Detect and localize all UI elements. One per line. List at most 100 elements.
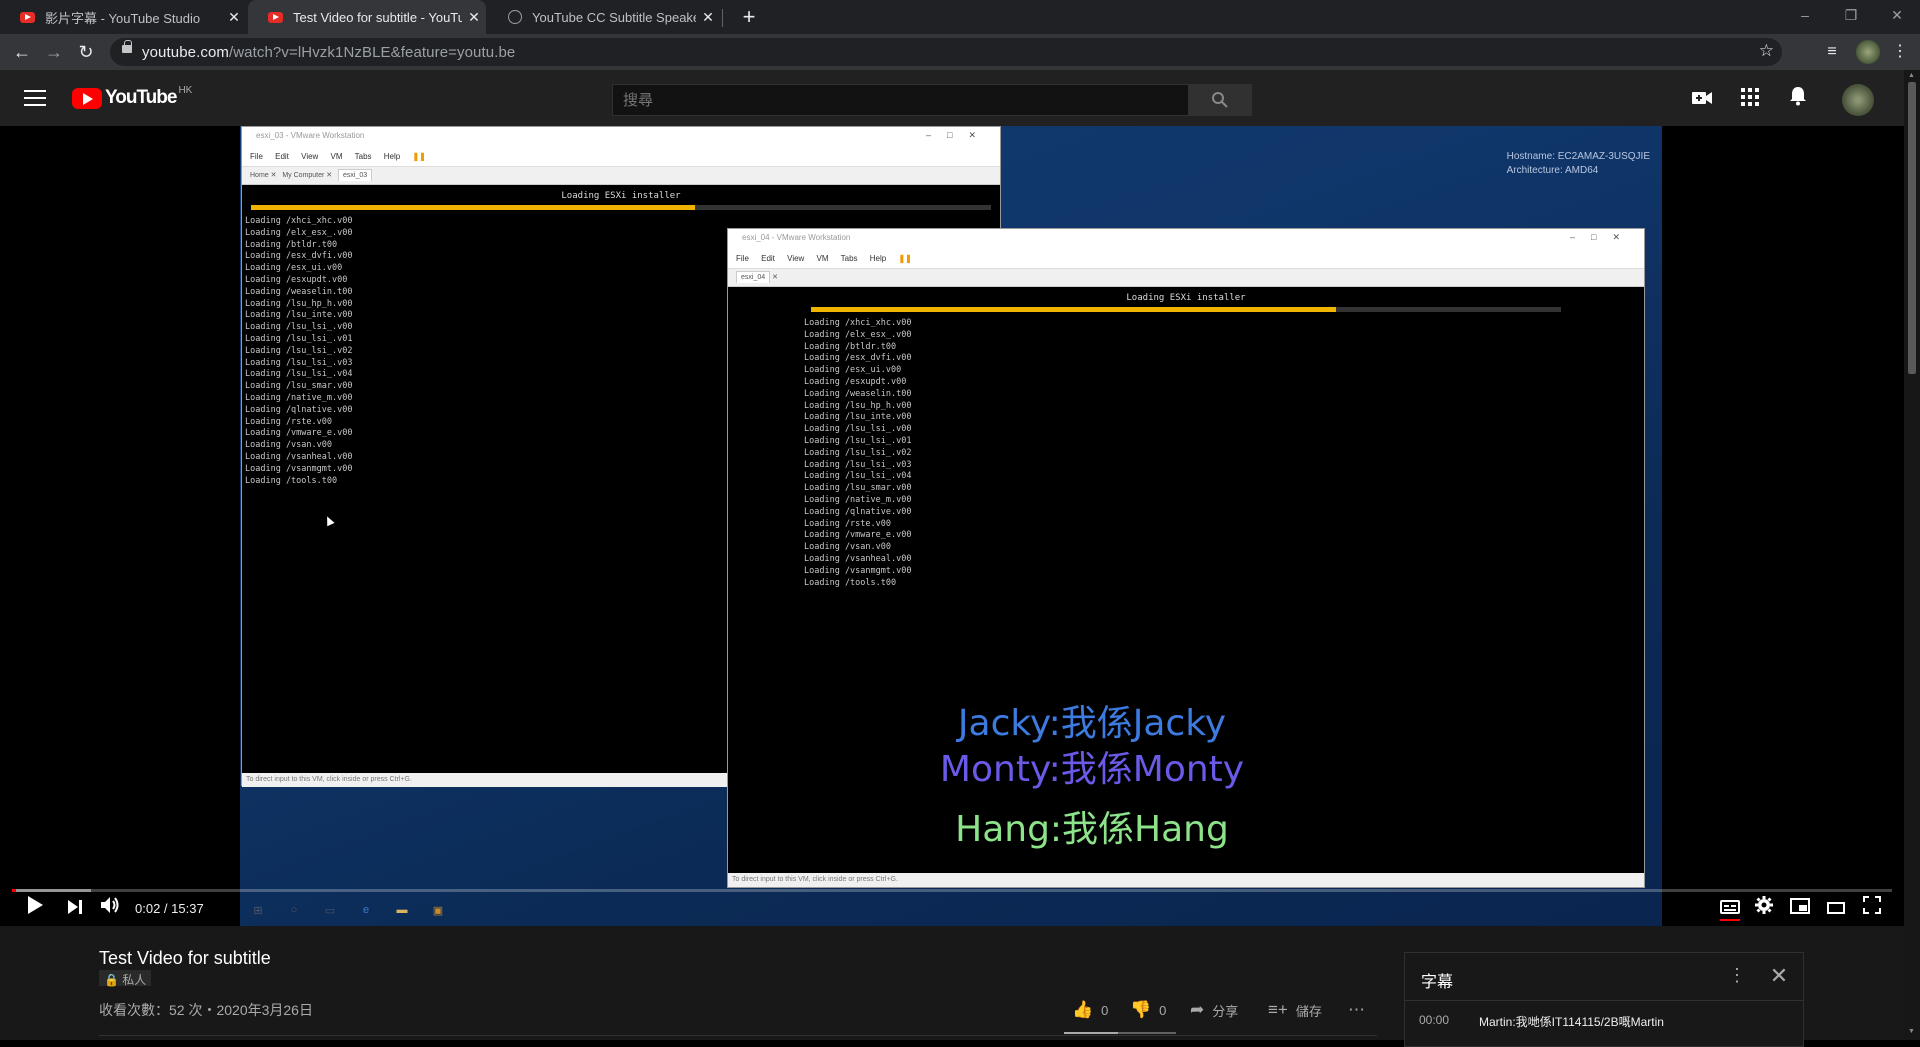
youtube-favicon-icon bbox=[268, 11, 283, 23]
more-actions-button[interactable]: ⋯ bbox=[1348, 1000, 1373, 1020]
theater-mode-button[interactable] bbox=[1824, 895, 1848, 921]
page-scrollbar[interactable]: ▲ ▼ bbox=[1904, 70, 1920, 1040]
share-button[interactable]: ➦ 分享 bbox=[1190, 1000, 1238, 1020]
fullscreen-icon bbox=[1863, 896, 1881, 914]
restore-icon[interactable]: ❐ bbox=[1828, 0, 1874, 30]
address-bar[interactable]: youtube.com/watch?v=lHvzk1NzBLE&feature=… bbox=[110, 38, 1782, 66]
youtube-favicon-icon bbox=[20, 11, 35, 23]
youtube-logo-text: YouTube bbox=[105, 87, 177, 108]
browser-toolbar: ← → ↻ youtube.com/watch?v=lHvzk1NzBLE&fe… bbox=[0, 34, 1920, 70]
tab-test-video[interactable]: Test Video for subtitle - YouTube ✕ bbox=[248, 0, 486, 34]
guide-menu-icon[interactable] bbox=[24, 87, 46, 109]
fullscreen-button[interactable] bbox=[1860, 895, 1884, 921]
more-horizontal-icon: ⋯ bbox=[1348, 1000, 1365, 1019]
transcript-text[interactable]: Martin:我哋係IT114115/2B嘅Martin bbox=[1479, 1013, 1664, 1030]
vm-title-bar: esxi_03 - VMware Workstation –□✕ bbox=[242, 127, 1000, 147]
mute-button[interactable] bbox=[99, 895, 123, 921]
settings-button[interactable] bbox=[1752, 895, 1776, 921]
media-queue-icon[interactable]: ≡ bbox=[1820, 40, 1844, 64]
tab-close-icon[interactable]: ✕ bbox=[696, 9, 720, 26]
tab-close-icon[interactable]: ✕ bbox=[462, 9, 486, 26]
bell-icon bbox=[1790, 87, 1806, 106]
next-icon bbox=[68, 900, 82, 914]
share-icon: ➦ bbox=[1190, 1000, 1205, 1019]
vm-tab-my-computer: My Computer bbox=[282, 172, 325, 179]
search-button[interactable] bbox=[1188, 84, 1252, 116]
tab-subtitle-speaker[interactable]: YouTube CC Subtitle Speaker C ✕ bbox=[488, 0, 720, 34]
vm-loading-header: Loading ESXi installer bbox=[561, 191, 681, 201]
tab-youtube-studio[interactable]: 影片字幕 - YouTube Studio ✕ bbox=[0, 0, 246, 34]
vm-tab-esxi-03: esxi_03 bbox=[338, 169, 373, 181]
vm-status-bar: To direct input to this VM, click inside… bbox=[242, 773, 728, 787]
profile-avatar-icon[interactable] bbox=[1856, 40, 1880, 64]
lock-icon bbox=[122, 40, 132, 53]
vm-window-controls: –□✕ bbox=[1570, 232, 1636, 242]
transcript-timestamp[interactable]: 00:00 bbox=[1419, 1013, 1449, 1027]
thumbs-up-icon: 👍 bbox=[1072, 1000, 1094, 1019]
next-button[interactable] bbox=[64, 895, 86, 921]
vm-tab-bar: esxi_04 ✕ bbox=[728, 269, 1644, 287]
notifications-bell-icon[interactable] bbox=[1784, 86, 1812, 114]
play-button[interactable] bbox=[22, 895, 48, 921]
new-tab-button[interactable]: + bbox=[736, 4, 762, 30]
tab-title: Test Video for subtitle - YouTube bbox=[293, 9, 462, 25]
grid-icon bbox=[1741, 88, 1759, 106]
sentiment-like-portion bbox=[1064, 1032, 1118, 1034]
chrome-menu-icon[interactable]: ⋮ bbox=[1888, 40, 1912, 64]
youtube-logo[interactable]: YouTube HK bbox=[72, 85, 192, 109]
minimize-icon[interactable]: – bbox=[1782, 0, 1828, 30]
windows-start-icon: ⊞ bbox=[253, 905, 263, 917]
vm-menu-items: File Edit View VM Tabs Help bbox=[250, 152, 401, 161]
window-close-icon[interactable]: ✕ bbox=[1874, 0, 1920, 30]
apps-grid-icon[interactable] bbox=[1736, 86, 1764, 114]
thumbs-down-icon: 👎 bbox=[1130, 1000, 1152, 1019]
vm-window-controls: –□✕ bbox=[926, 130, 992, 140]
hostname-text: Hostname: EC2AMAZ-3USQJIE bbox=[1506, 151, 1650, 162]
bookmark-star-icon[interactable]: ☆ bbox=[1759, 41, 1774, 61]
globe-favicon-icon bbox=[508, 10, 522, 24]
back-icon[interactable]: ← bbox=[8, 38, 36, 66]
vm-loading-progress bbox=[251, 205, 991, 210]
vm-title-bar: esxi_04 - VMware Workstation –□✕ bbox=[728, 229, 1644, 249]
url-text[interactable]: youtube.com/watch?v=lHvzk1NzBLE&feature=… bbox=[142, 44, 515, 61]
vm-loading-progress bbox=[811, 307, 1561, 312]
youtube-play-icon bbox=[72, 87, 102, 109]
lock-icon: 🔒 bbox=[104, 973, 119, 987]
scroll-down-icon[interactable]: ▼ bbox=[1908, 1028, 1915, 1035]
seek-bar-loaded bbox=[12, 889, 91, 892]
forward-icon[interactable]: → bbox=[40, 38, 68, 66]
task-view-icon: ▭ bbox=[324, 905, 336, 917]
url-path: /watch?v=lHvzk1NzBLE&feature=youtu.be bbox=[228, 44, 516, 61]
subtitles-button[interactable] bbox=[1718, 895, 1742, 921]
vm-title: esxi_03 - VMware Workstation bbox=[256, 131, 365, 140]
video-title: Test Video for subtitle bbox=[99, 948, 271, 968]
vmware-taskbar-icon: ▣ bbox=[432, 905, 444, 917]
time-display: 0:02 / 15:37 bbox=[135, 901, 204, 916]
pause-icon: ❚❚ bbox=[898, 254, 912, 263]
account-avatar[interactable] bbox=[1842, 84, 1874, 116]
vm-menu-bar: File Edit View VM Tabs Help ❚❚ bbox=[728, 249, 1644, 269]
tab-close-icon[interactable]: ✕ bbox=[222, 9, 246, 26]
architecture-text: Architecture: AMD64 bbox=[1506, 165, 1599, 176]
scrollbar-thumb[interactable] bbox=[1908, 82, 1916, 374]
close-icon[interactable]: ✕ bbox=[1767, 963, 1791, 989]
vm-menu-bar: File Edit View VM Tabs Help ❚❚ bbox=[242, 147, 1000, 167]
gear-icon bbox=[1755, 896, 1773, 914]
video-frame-desktop: Hostname: EC2AMAZ-3USQJIE Architecture: … bbox=[240, 126, 1662, 926]
search-input[interactable] bbox=[612, 84, 1188, 116]
share-label: 分享 bbox=[1212, 1003, 1239, 1019]
video-player[interactable]: Hostname: EC2AMAZ-3USQJIE Architecture: … bbox=[0, 126, 1904, 926]
more-vertical-icon[interactable]: ⋮ bbox=[1725, 965, 1749, 986]
vm-tab-esxi-04: esxi_04 bbox=[736, 271, 771, 283]
seek-bar[interactable] bbox=[12, 889, 1892, 892]
desktop-info-text: Hostname: EC2AMAZ-3USQJIE Architecture: … bbox=[1507, 150, 1650, 178]
scroll-up-icon[interactable]: ▲ bbox=[1908, 72, 1915, 79]
miniplayer-button[interactable] bbox=[1788, 895, 1812, 921]
create-video-icon[interactable] bbox=[1688, 86, 1716, 114]
reload-icon[interactable]: ↻ bbox=[72, 38, 100, 66]
save-button[interactable]: ≡+ 儲存 bbox=[1268, 1000, 1322, 1020]
privacy-label: 私人 bbox=[122, 973, 147, 987]
volume-icon bbox=[101, 897, 119, 913]
dislike-button[interactable]: 👎 0 bbox=[1130, 1000, 1166, 1020]
like-button[interactable]: 👍 0 bbox=[1072, 1000, 1108, 1020]
